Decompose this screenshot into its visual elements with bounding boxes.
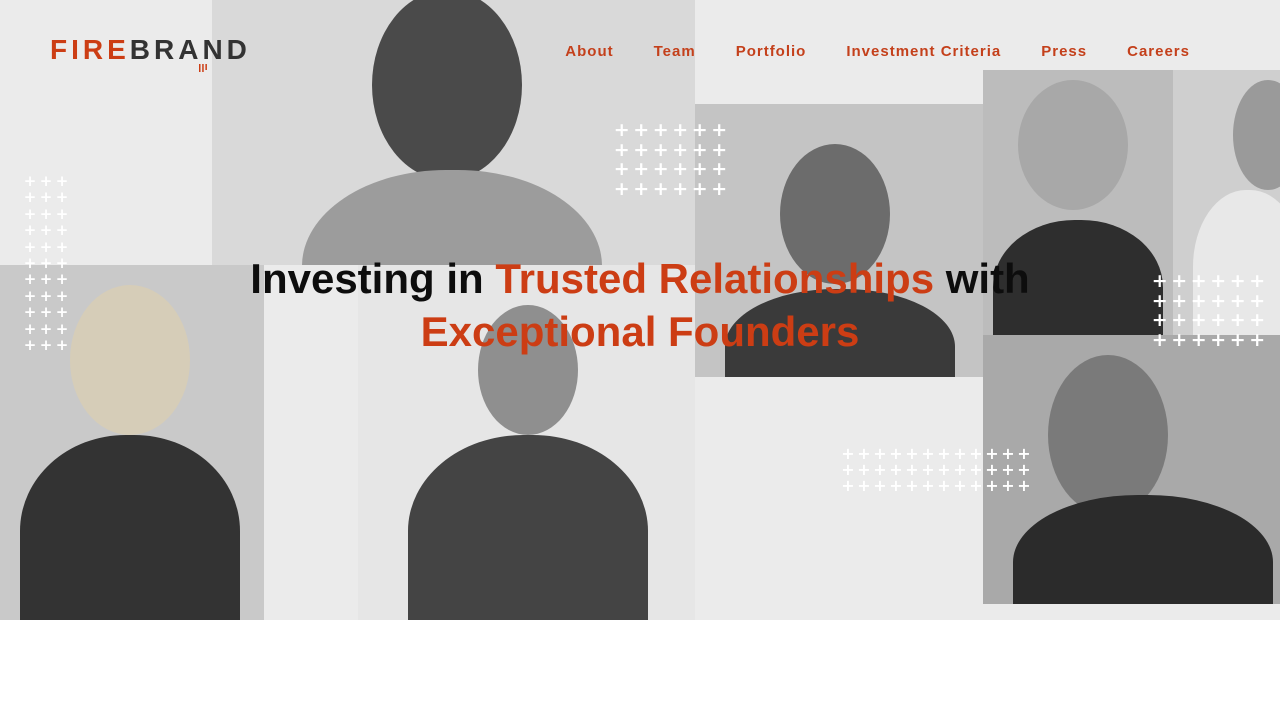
plus-icon: +: [985, 476, 999, 495]
plus-icon: +: [672, 158, 689, 180]
plus-icon: +: [691, 119, 708, 141]
plus-icon: +: [652, 177, 669, 200]
plus-pattern-bottom-center: + + + + + + + + + + + + + + + + + + + + + + + + + + + + + + + + + + + +: [840, 446, 1032, 494]
logo-text-brand: BRAND: [129, 34, 251, 65]
plus-icon: +: [937, 476, 951, 495]
plus-icon: +: [633, 177, 650, 200]
nav-about[interactable]: About: [545, 40, 633, 64]
plus-icon: +: [613, 177, 630, 200]
plus-icon: +: [711, 119, 728, 141]
plus-icon: +: [613, 119, 630, 141]
plus-icon: +: [921, 476, 935, 495]
headline-part-2: with: [945, 255, 1030, 302]
firebrand-logo[interactable]: FIREBRAND: [50, 34, 251, 72]
plus-icon: +: [857, 476, 871, 495]
nav-careers[interactable]: Careers: [1107, 40, 1210, 64]
plus-icon: +: [889, 476, 903, 495]
plus-icon: +: [873, 476, 887, 495]
below-hero-area: [0, 620, 1280, 720]
hero-section: + + + + + + + + + + + + + + + + + + + + + + + + + + + + + + + + + + + + + + +…: [0, 0, 1280, 620]
plus-icon: +: [613, 158, 630, 180]
plus-pattern-top-center: + + + + + + + + + + + + + + + + + + + + + + + +: [612, 121, 729, 199]
plus-icon: +: [652, 158, 669, 180]
nav-press[interactable]: Press: [1021, 40, 1107, 64]
nav-portfolio[interactable]: Portfolio: [716, 40, 827, 64]
plus-icon: +: [969, 476, 983, 495]
plus-icon: +: [691, 158, 708, 180]
plus-icon: +: [672, 119, 689, 141]
plus-icon: +: [841, 476, 855, 495]
plus-icon: +: [672, 177, 689, 200]
plus-icon: +: [711, 158, 728, 180]
plus-icon: +: [1017, 476, 1031, 495]
headline-accent-2: Exceptional Founders: [420, 308, 860, 355]
plus-icon: +: [1001, 476, 1015, 495]
hero-headline: Investing in Trusted Relationships with …: [0, 252, 1280, 358]
flame-icon: [199, 64, 207, 72]
plus-icon: +: [905, 476, 919, 495]
plus-icon: +: [691, 177, 708, 200]
nav-investment-criteria[interactable]: Investment Criteria: [826, 40, 1021, 64]
plus-icon: +: [633, 119, 650, 141]
main-nav: About Team Portfolio Investment Criteria…: [545, 40, 1210, 64]
plus-icon: +: [711, 177, 728, 200]
headline-part-1: Investing in: [250, 255, 484, 302]
logo-text-fire: FIRE: [50, 34, 130, 65]
plus-icon: +: [953, 476, 967, 495]
headline-accent-1: Trusted Relationships: [495, 255, 935, 302]
nav-team[interactable]: Team: [634, 40, 716, 64]
plus-icon: +: [633, 158, 650, 180]
plus-icon: +: [652, 119, 669, 141]
